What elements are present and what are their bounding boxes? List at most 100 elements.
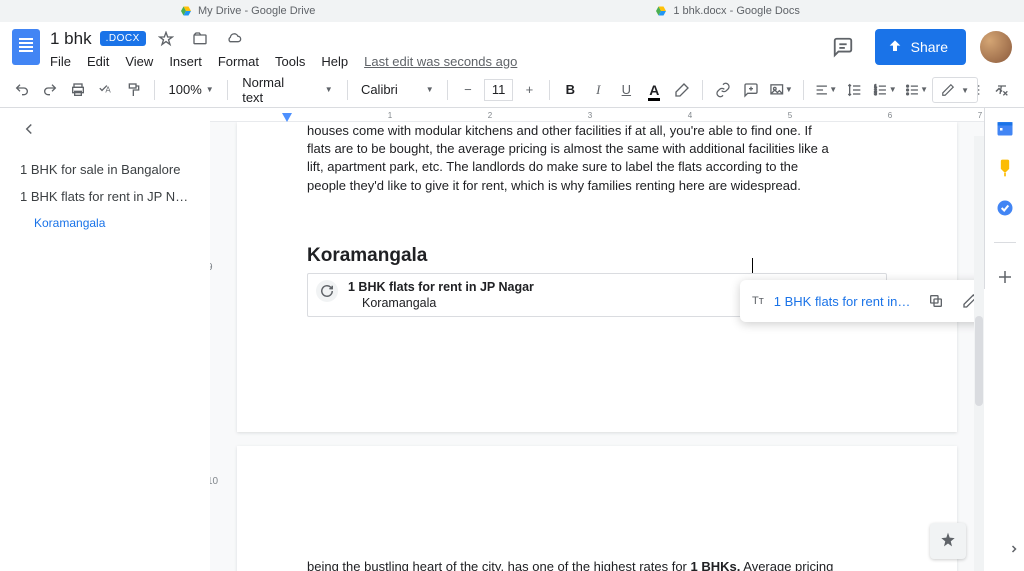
add-comment-button[interactable] xyxy=(739,77,763,103)
docx-badge: .DOCX xyxy=(100,31,146,46)
text-cursor xyxy=(752,258,753,273)
indent-marker-icon[interactable] xyxy=(282,113,292,122)
chevron-down-icon: ▼ xyxy=(325,85,333,94)
document-page[interactable]: 9 houses come with modular kitchens and … xyxy=(237,122,957,432)
app-header: 1 bhk .DOCX File Edit View Insert Format… xyxy=(0,22,1024,72)
redo-button[interactable] xyxy=(38,77,62,103)
style-value: Normal text xyxy=(242,75,307,105)
refresh-icon[interactable] xyxy=(316,280,338,302)
insert-link-button[interactable] xyxy=(711,77,735,103)
menu-insert[interactable]: Insert xyxy=(169,54,202,69)
outline-collapse-button[interactable] xyxy=(20,118,42,140)
align-button[interactable]: ▼ xyxy=(812,77,839,103)
body-paragraph[interactable]: houses come with modular kitchens and ot… xyxy=(307,122,887,195)
move-icon[interactable] xyxy=(188,26,212,52)
docs-logo-icon[interactable] xyxy=(12,29,40,65)
chevron-down-icon: ▼ xyxy=(889,85,897,94)
outline-item[interactable]: 1 BHK flats for rent in JP Nag... xyxy=(20,183,194,210)
document-outline: 1 BHK for sale in Bangalore 1 BHK flats … xyxy=(0,108,210,571)
keep-addon-icon[interactable] xyxy=(993,156,1017,180)
ruler-number: 4 xyxy=(688,111,692,120)
menu-format[interactable]: Format xyxy=(218,54,259,69)
highlight-color-button[interactable] xyxy=(670,77,694,103)
document-title[interactable]: 1 bhk xyxy=(50,29,92,49)
insert-image-button[interactable]: ▼ xyxy=(767,77,794,103)
star-icon[interactable] xyxy=(154,26,178,52)
side-panel-toggle[interactable] xyxy=(1002,537,1024,561)
browser-tab-docs[interactable]: 1 bhk.docx - Google Docs xyxy=(655,5,800,17)
outline-item-active[interactable]: Koramangala xyxy=(20,210,194,236)
heading-koramangala[interactable]: Koramangala xyxy=(307,245,887,267)
menu-edit[interactable]: Edit xyxy=(87,54,109,69)
ruler-number: 7 xyxy=(978,111,982,120)
svg-text:A: A xyxy=(105,85,111,94)
drive-icon xyxy=(180,5,192,17)
menu-help[interactable]: Help xyxy=(321,54,348,69)
menu-view[interactable]: View xyxy=(125,54,153,69)
last-edit-status[interactable]: Last edit was seconds ago xyxy=(364,54,517,69)
svg-text:3: 3 xyxy=(874,91,877,96)
cloud-status-icon[interactable] xyxy=(222,26,246,52)
chevron-down-icon: ▼ xyxy=(206,85,214,94)
chevron-down-icon: ▼ xyxy=(829,85,837,94)
font-size-increase-button[interactable]: + xyxy=(517,77,541,103)
explore-button[interactable] xyxy=(930,523,966,559)
spellcheck-button[interactable]: A xyxy=(94,77,118,103)
bulleted-list-button[interactable]: ▼ xyxy=(903,77,930,103)
bold-button[interactable]: B xyxy=(558,77,582,103)
ruler-number: 1 xyxy=(388,111,392,120)
get-addons-button[interactable] xyxy=(993,265,1017,289)
collapse-toolbar-button[interactable] xyxy=(986,77,1012,103)
vertical-scrollbar[interactable] xyxy=(974,136,984,571)
tasks-addon-icon[interactable] xyxy=(993,196,1017,220)
scrollbar-thumb[interactable] xyxy=(975,316,983,406)
paint-format-button[interactable] xyxy=(122,77,146,103)
document-page[interactable]: 10 being the bustling heart of the city,… xyxy=(237,446,957,571)
zoom-select[interactable]: 100% ▼ xyxy=(163,77,219,103)
ruler-number: 2 xyxy=(488,111,492,120)
link-preview-text[interactable]: 1 BHK flats for rent in JP N... xyxy=(774,294,914,309)
calendar-addon-icon[interactable] xyxy=(993,116,1017,140)
chevron-down-icon: ▼ xyxy=(961,86,969,95)
numbered-list-button[interactable]: 123▼ xyxy=(871,77,898,103)
page-number-gutter: 10 xyxy=(210,476,218,487)
print-button[interactable] xyxy=(66,77,90,103)
zoom-value: 100% xyxy=(169,82,202,97)
italic-button[interactable]: I xyxy=(586,77,610,103)
menu-tools[interactable]: Tools xyxy=(275,54,305,69)
font-size-input[interactable]: 11 xyxy=(484,79,513,101)
horizontal-ruler[interactable]: 1 2 3 4 5 6 7 xyxy=(210,108,984,122)
chevron-down-icon: ▼ xyxy=(426,85,434,94)
share-button-label: Share xyxy=(911,39,948,55)
ruler-number: 5 xyxy=(788,111,792,120)
tab-label: 1 bhk.docx - Google Docs xyxy=(673,5,800,17)
chevron-down-icon: ▼ xyxy=(920,85,928,94)
share-button[interactable]: Share xyxy=(875,29,966,65)
page-number-gutter: 9 xyxy=(210,262,213,273)
font-family-select[interactable]: Calibri ▼ xyxy=(356,77,439,103)
account-avatar[interactable] xyxy=(980,31,1012,63)
link-preview-popup: Tт 1 BHK flats for rent in JP N... xyxy=(740,280,984,322)
document-canvas[interactable]: 1 2 3 4 5 6 7 9 houses come with modular… xyxy=(210,108,984,571)
undo-button[interactable] xyxy=(10,77,34,103)
browser-tab-strip: My Drive - Google Drive 1 bhk.docx - Goo… xyxy=(0,0,1024,22)
text-style-icon: Tт xyxy=(752,295,764,307)
chevron-down-icon: ▼ xyxy=(785,85,793,94)
menu-file[interactable]: File xyxy=(50,54,71,69)
body-paragraph[interactable]: being the bustling heart of the city, ha… xyxy=(307,558,887,571)
text-color-button[interactable]: A xyxy=(642,77,666,103)
font-value: Calibri xyxy=(361,82,398,97)
open-comments-button[interactable] xyxy=(825,29,861,65)
font-size-decrease-button[interactable]: − xyxy=(456,77,480,103)
pencil-icon xyxy=(941,83,955,97)
paragraph-style-select[interactable]: Normal text ▼ xyxy=(236,77,338,103)
ruler-number: 6 xyxy=(888,111,892,120)
ruler-number: 3 xyxy=(588,111,592,120)
underline-button[interactable]: U xyxy=(614,77,638,103)
outline-item[interactable]: 1 BHK for sale in Bangalore xyxy=(20,156,194,183)
copy-link-button[interactable] xyxy=(924,288,948,314)
line-spacing-button[interactable] xyxy=(843,77,867,103)
mode-select[interactable]: ▼ xyxy=(932,77,978,103)
tab-label: My Drive - Google Drive xyxy=(198,5,315,17)
browser-tab-drive[interactable]: My Drive - Google Drive xyxy=(180,5,315,17)
